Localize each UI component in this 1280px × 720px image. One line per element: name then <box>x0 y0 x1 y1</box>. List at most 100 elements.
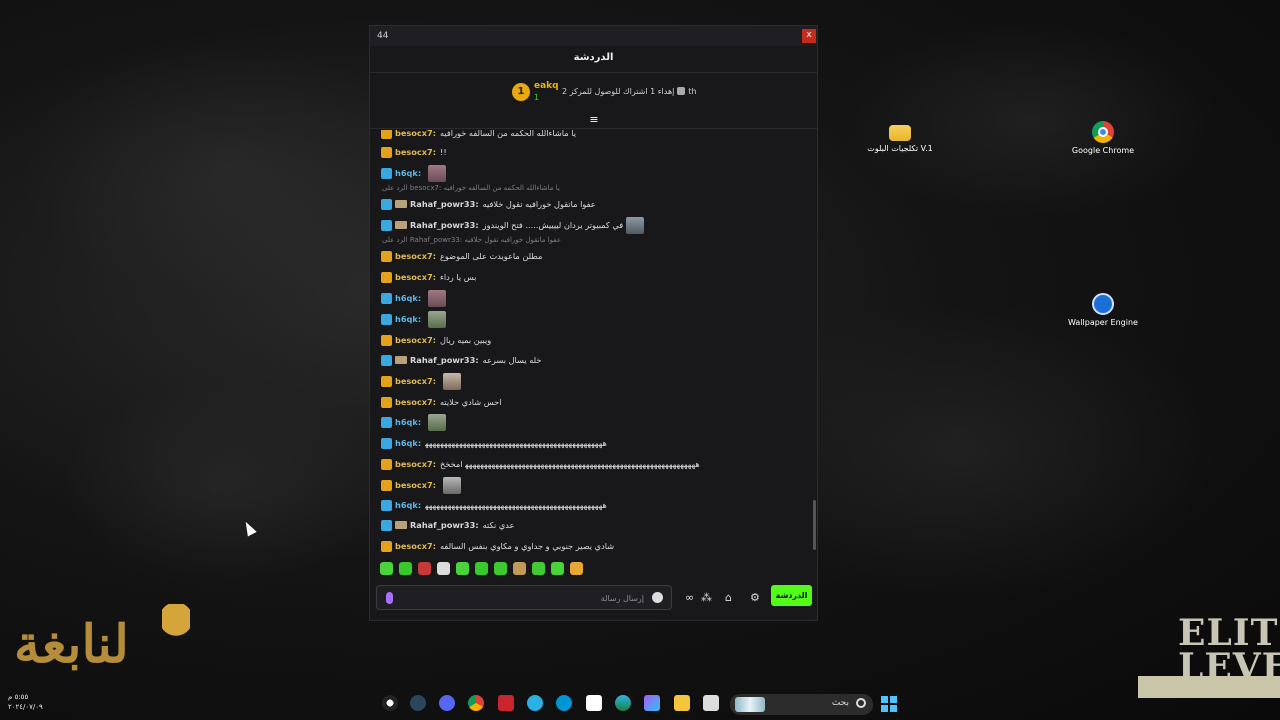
chat-message[interactable]: h6qk: <box>381 413 447 431</box>
chat-message[interactable]: besocx7: بس يا رداء <box>381 268 476 286</box>
desktop-chrome[interactable]: Google Chrome <box>1068 121 1138 156</box>
emote-icon[interactable] <box>418 562 431 575</box>
arrow-badge-icon <box>381 219 392 231</box>
emoji-picker-icon[interactable] <box>652 592 663 603</box>
message-username[interactable]: besocx7: <box>395 130 436 138</box>
message-username[interactable]: Rahaf_powr33: <box>410 220 479 230</box>
message-username[interactable]: besocx7: <box>395 147 436 157</box>
chat-message[interactable]: besocx7: شادي يصير جنوبي و جداوي و مكاوي … <box>381 537 614 555</box>
message-input[interactable] <box>399 588 644 608</box>
message-username[interactable]: Rahaf_powr33: <box>410 199 479 209</box>
message-username[interactable]: h6qk: <box>395 293 421 303</box>
goal-text: إهداء 1 اشتراك للوصول للمركز 2 <box>562 87 675 96</box>
hp-icon[interactable] <box>556 695 572 711</box>
emote-icon[interactable] <box>513 562 526 575</box>
emote-icon[interactable] <box>532 562 545 575</box>
windows-start-icon[interactable] <box>881 696 897 712</box>
search-highlight-image <box>735 697 765 712</box>
message-username[interactable]: besocx7: <box>395 251 436 261</box>
emote-icon[interactable] <box>570 562 583 575</box>
steam-icon[interactable] <box>410 695 426 711</box>
message-username[interactable]: besocx7: <box>395 541 436 551</box>
key-icon <box>162 604 190 664</box>
window-titlebar[interactable]: 44 x <box>370 26 817 46</box>
taskbar-clock[interactable]: ٥:٥٥ م ٢٠٢٤/٠٧/٠٩ <box>8 692 43 712</box>
arrow-badge-icon <box>381 313 392 325</box>
arrow-badge-icon <box>381 437 392 449</box>
message-username[interactable]: h6qk: <box>395 314 421 324</box>
chat-message[interactable]: besocx7:!! <box>381 143 447 161</box>
discord-icon[interactable] <box>439 695 455 711</box>
emote-icon[interactable] <box>437 562 450 575</box>
chat-message[interactable]: besocx7: احس شادي حلايته <box>381 393 502 411</box>
chat-message[interactable]: besocx7: يا ماشاءالله الحكمه من السالفه خ… <box>381 130 576 142</box>
message-username[interactable]: Rahaf_powr33: <box>410 355 479 365</box>
chrome-icon <box>1092 121 1114 143</box>
close-button[interactable]: x <box>802 29 816 43</box>
chat-message[interactable]: besocx7: ويبين بميه ريال <box>381 331 491 349</box>
emote-icon[interactable] <box>551 562 564 575</box>
shield-app-icon[interactable] <box>498 695 514 711</box>
emote-image-icon <box>428 289 447 307</box>
wallpaper-engine-icon <box>1092 293 1114 315</box>
window-title-number: 44 <box>377 31 389 41</box>
task-view-icon[interactable] <box>703 695 719 711</box>
emote-icon[interactable] <box>456 562 469 575</box>
file-explorer-icon[interactable] <box>674 695 690 711</box>
emote-icon[interactable] <box>475 562 488 575</box>
store-app-icon[interactable] <box>586 695 602 711</box>
desktop-chrome-label: Google Chrome <box>1071 146 1135 155</box>
scroll-to-bottom-button[interactable]: ≡ <box>588 114 600 126</box>
microphone-icon[interactable] <box>386 592 393 604</box>
desktop-wallpaper-engine-label: Wallpaper Engine <box>1068 318 1138 327</box>
crown-badge-icon <box>381 130 392 139</box>
chat-message[interactable]: besocx7: <box>381 476 462 494</box>
chat-message[interactable]: Rahaf_powr33: عفوا ماتقول خورافيه تقول خل… <box>381 195 596 213</box>
message-username[interactable]: besocx7: <box>395 397 436 407</box>
message-username[interactable]: besocx7: <box>395 335 436 345</box>
infinity-icon[interactable]: ∞ <box>685 591 694 604</box>
taskbar-search[interactable]: بحث <box>730 694 873 715</box>
message-username[interactable]: h6qk: <box>395 500 421 510</box>
chat-message[interactable]: besocx7: <box>381 372 462 390</box>
chat-message[interactable]: besocx7: مطلن ماعويدت على الموضوع <box>381 247 542 265</box>
chat-message[interactable]: Rahaf_powr33: خله يسال بسرعه <box>381 351 541 369</box>
message-username[interactable]: besocx7: <box>395 376 436 386</box>
emote-icon[interactable] <box>494 562 507 575</box>
message-username[interactable]: Rahaf_powr33: <box>410 520 479 530</box>
settings-app-icon[interactable] <box>382 695 398 711</box>
chat-message[interactable]: Rahaf_powr33: عدي نكته <box>381 516 514 534</box>
chat-message[interactable]: h6qk: <box>381 289 447 307</box>
globe-icon[interactable] <box>527 695 543 711</box>
chat-message[interactable]: h6qk: ﻫﻬﻬﻬﻬﻬﻬﻬﻬﻬﻬﻬﻬﻬﻬﻬﻬﻬﻬﻬﻬﻬﻬﻬﻬﻬﻬﻬﻬﻬﻬﻬﻬﻬﻬ… <box>381 496 607 514</box>
share-icon[interactable]: ⁂ <box>701 591 712 604</box>
copilot-icon[interactable] <box>644 695 660 711</box>
subscriber-badge-icon <box>395 221 407 229</box>
store-icon[interactable]: ⌂ <box>725 591 732 604</box>
message-username[interactable]: h6qk: <box>395 438 421 448</box>
desktop-wallpaper-engine[interactable]: Wallpaper Engine <box>1068 293 1138 328</box>
chat-message[interactable]: h6qk: <box>381 164 447 182</box>
taskbar <box>0 688 1280 720</box>
message-username[interactable]: besocx7: <box>395 480 436 490</box>
edge-icon[interactable] <box>615 695 631 711</box>
desktop-folder[interactable]: تكلجيات البلوت V.1 <box>865 121 935 154</box>
message-username[interactable]: besocx7: <box>395 459 436 469</box>
chat-message[interactable]: Rahaf_powr33: في كمبيوتر يردان لييييش....… <box>381 216 645 234</box>
emote-icon[interactable] <box>399 562 412 575</box>
chat-message[interactable]: besocx7: ﻫﻬﻬﻬﻬﻬﻬﻬﻬﻬﻬﻬﻬﻬﻬﻬﻬﻬﻬﻬﻬﻬﻬﻬﻬﻬﻬﻬﻬﻬﻬﻬ… <box>381 455 700 473</box>
crown-badge-icon <box>381 375 392 387</box>
chat-send-button[interactable]: الدردشة <box>771 585 812 606</box>
arrow-badge-icon <box>381 167 392 179</box>
settings-gear-icon[interactable]: ⚙ <box>750 591 760 604</box>
chrome-taskbar-icon[interactable] <box>468 695 484 711</box>
reply-context[interactable]: الرد على Rahaf_powr33: عفوا ماتقول خوراف… <box>382 236 561 244</box>
message-username[interactable]: h6qk: <box>395 168 421 178</box>
reply-context[interactable]: الرد على besocx7: يا ماشاءالله الحكمه من… <box>382 184 560 192</box>
message-username[interactable]: besocx7: <box>395 272 436 282</box>
chat-scrollbar[interactable] <box>813 500 816 550</box>
message-username[interactable]: h6qk: <box>395 417 421 427</box>
chat-message[interactable]: h6qk: <box>381 310 447 328</box>
chat-message[interactable]: h6qk: ﻫﻬﻬﻬﻬﻬﻬﻬﻬﻬﻬﻬﻬﻬﻬﻬﻬﻬﻬﻬﻬﻬﻬﻬﻬﻬﻬﻬﻬﻬﻬﻬﻬﻬﻬ… <box>381 434 607 452</box>
emote-icon[interactable] <box>380 562 393 575</box>
